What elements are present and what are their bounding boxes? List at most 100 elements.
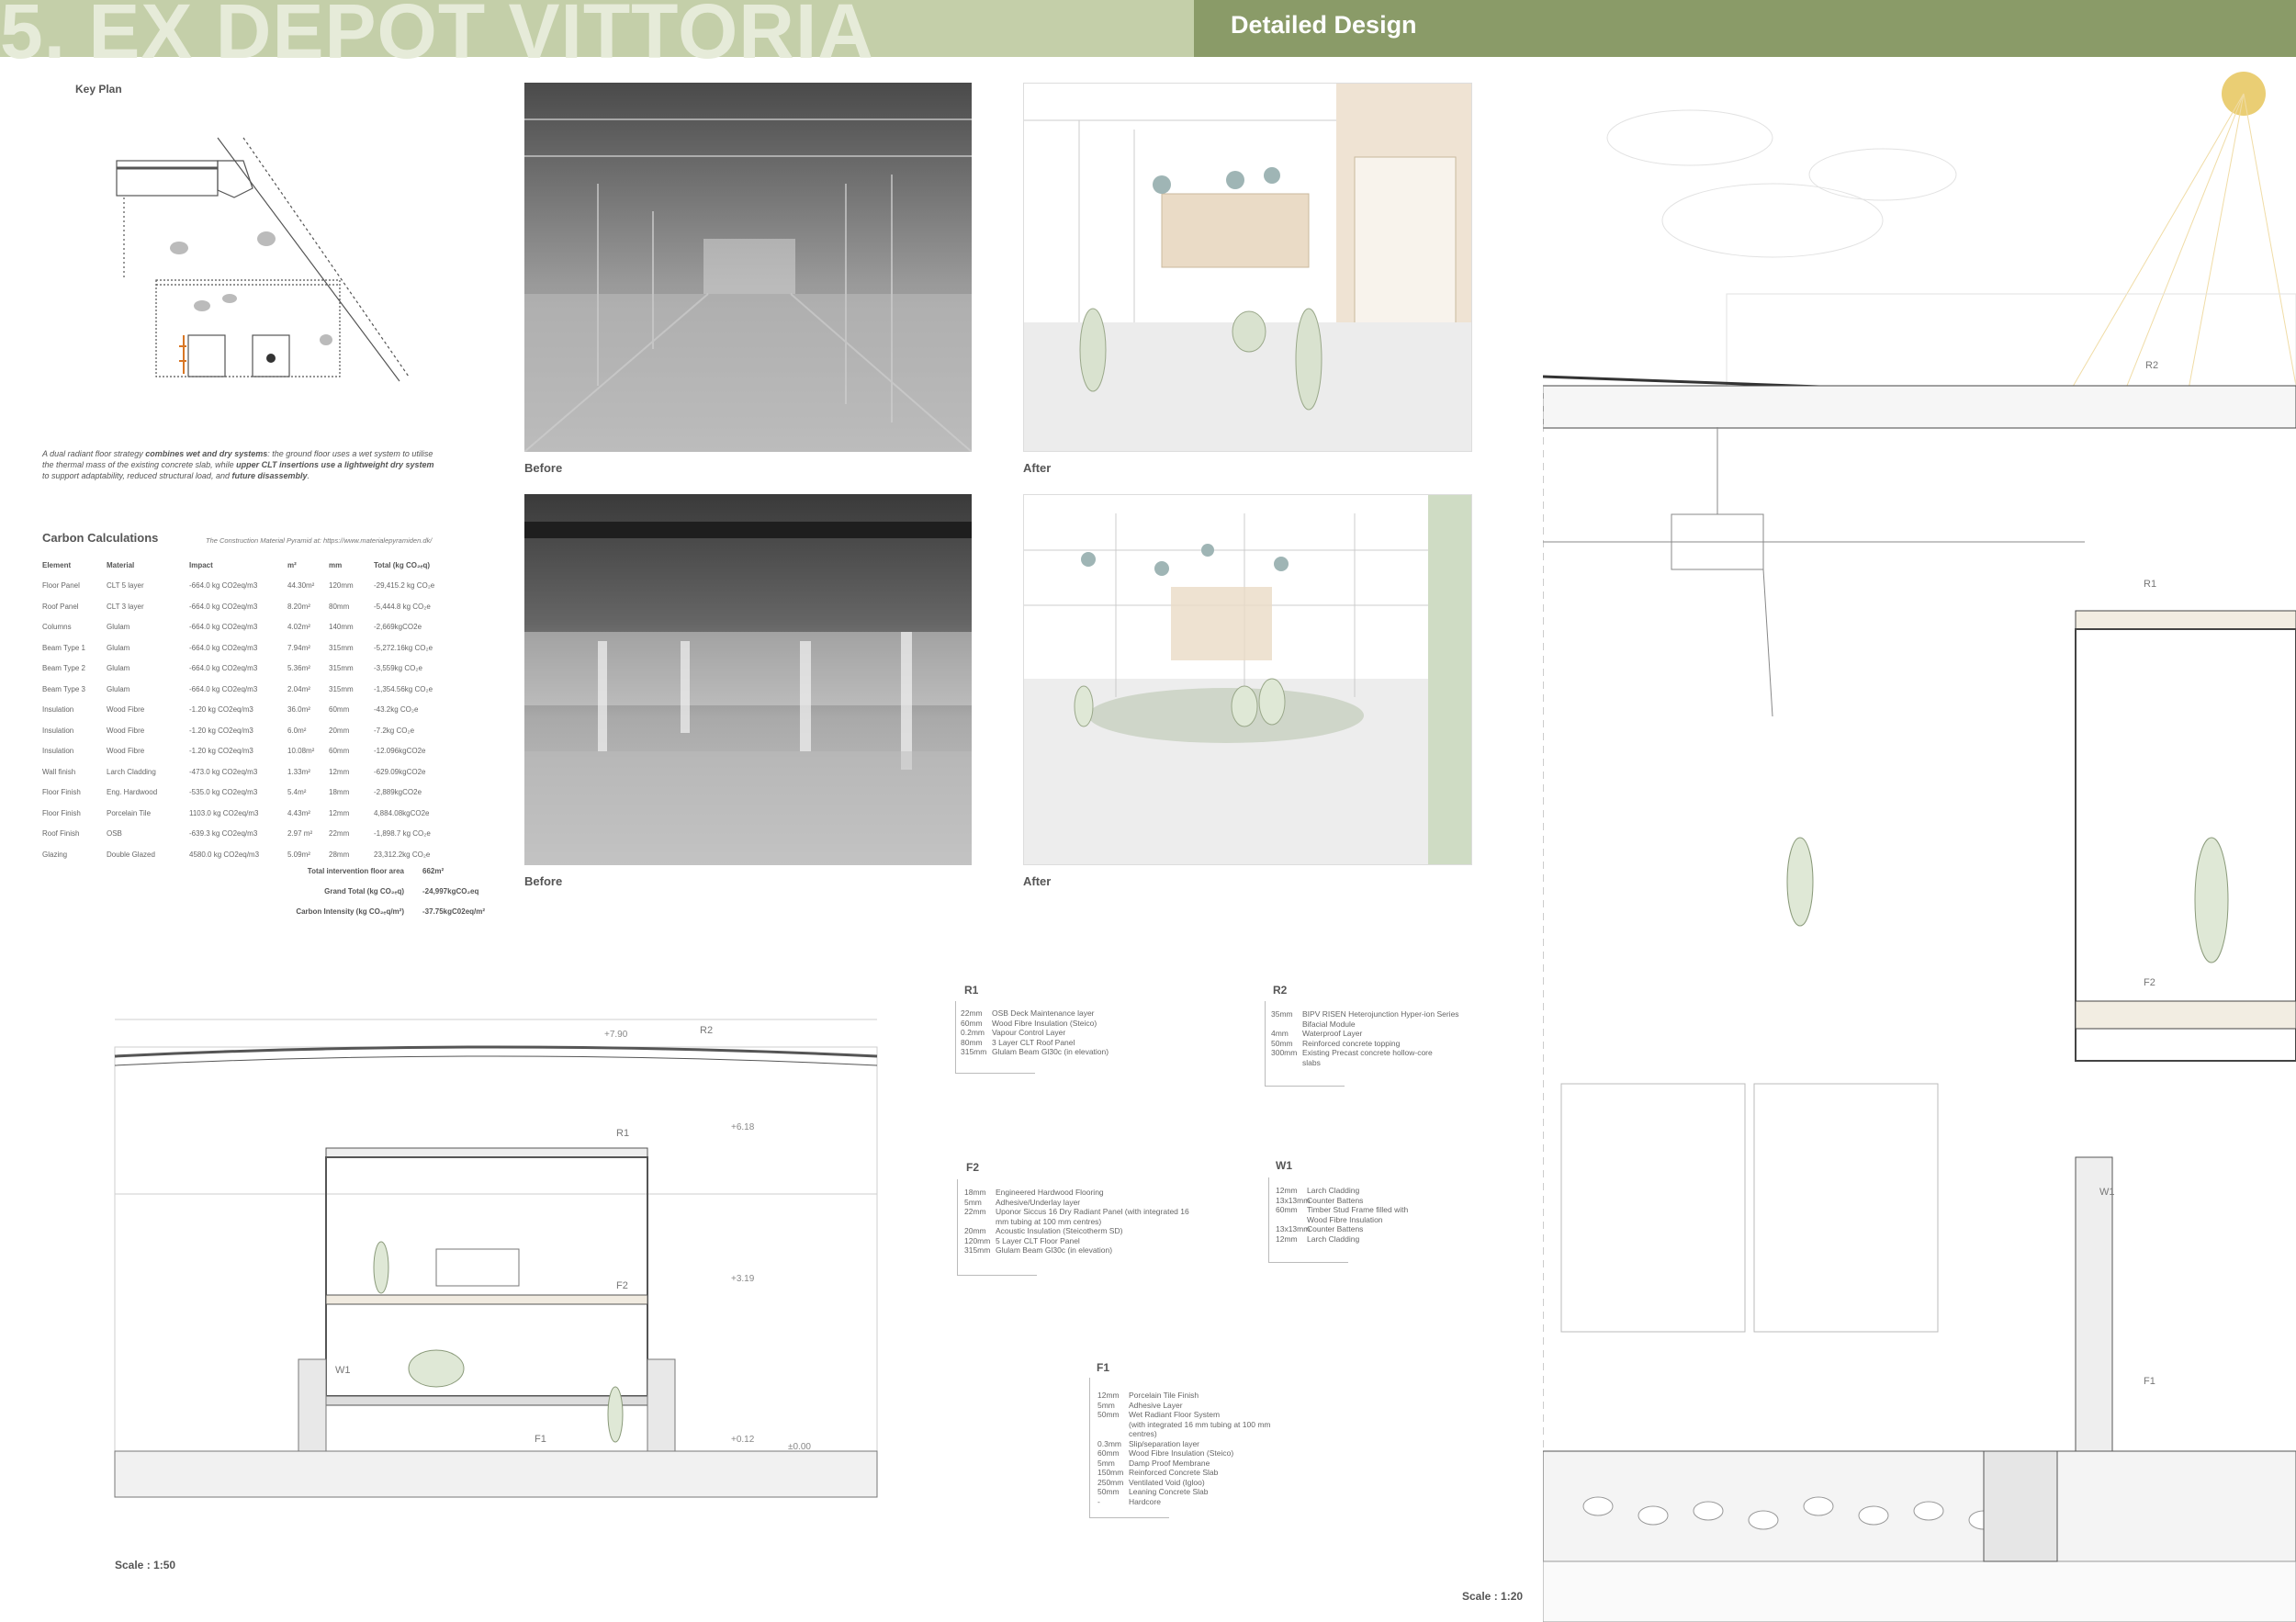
cell-area: 5.09m² [287,850,310,859]
spec-row: 12mm Larch Cladding [1276,1186,1408,1196]
cell-impact: -1.20 kg CO2eq/m3 [189,747,253,756]
spec-description: Timber Stud Frame filled with [1307,1205,1409,1214]
spec-thickness: 50mm [1097,1410,1120,1419]
carbon-row: Beam Type 1 Glulam -664.0 kg CO2eq/m3 7.94m… [42,637,465,659]
cell-area: 10.08m² [287,747,315,756]
small-tag-f2: F2 [616,1280,628,1291]
spec-thickness: 20mm [964,1226,986,1235]
spec-thickness: 50mm [1097,1487,1120,1496]
spec-description: Bifacial Module [1302,1019,1356,1029]
spec-description: Leaning Concrete Slab [1129,1487,1209,1496]
cell-element: Floor Finish [42,788,81,797]
spec-description: (with integrated 16 mm tubing at 100 mm [1129,1419,1271,1429]
carbon-row: Floor Finish Porcelain Tile 1103.0 kg CO2e… [42,803,465,824]
section-level-4: +0.12 [731,1435,755,1445]
cell-material: Wood Fibre [107,747,145,756]
spec-row: 12mm Larch Cladding [1276,1234,1408,1245]
carbon-row: Insulation Wood Fibre -1.20 kg CO2eq/m3 36.… [42,700,465,721]
spec-w1-title: W1 [1276,1159,1292,1172]
spec-f2-list: 18mm Engineered Hardwood Flooring 5mm Adhes… [964,1188,1189,1256]
spec-row: 300mm Existing Precast concrete hollow-co… [1271,1048,1459,1058]
spec-row: Bifacial Module [1271,1019,1459,1030]
carbon-body: Floor Panel CLT 5 layer -664.0 kg CO2eq/m3… [42,576,465,865]
spec-description: Wood Fibre Insulation [1307,1214,1383,1224]
cell-total: -629.09kgCO2e [374,767,426,776]
spec-row: 120mm 5 Layer CLT Floor Panel [964,1236,1189,1246]
spec-row: 22mm OSB Deck Maintenance layer [961,1008,1109,1019]
spec-thickness: 0.2mm [961,1028,985,1037]
spec-description: Glulam Beam Gl30c (in elevation) [992,1047,1109,1056]
cell-thickness: 12mm [329,767,350,776]
spec-description: Wood Fibre Insulation (Steico) [992,1018,1097,1028]
spec-thickness: 60mm [1276,1205,1298,1214]
cell-total: -2,669kgCO2e [374,623,422,632]
summary-intensity-value: -37.75kgC02eq/m² [422,907,486,916]
cell-element: Beam Type 1 [42,643,85,652]
cell-area: 5.36m² [287,664,310,673]
description-text: A dual radiant floor strategy [42,449,146,458]
cell-area: 36.0m² [287,705,310,715]
spec-thickness: - [1097,1496,1100,1506]
large-tag-r2: R2 [2145,360,2159,371]
cell-material: Glulam [107,643,130,652]
large-tag-r1: R1 [2144,579,2157,590]
cell-impact: -639.3 kg CO2eq/m3 [189,829,258,839]
cell-material: Glulam [107,664,130,673]
cell-thickness: 22mm [329,829,350,839]
spec-description: Counter Battens [1307,1224,1364,1233]
cell-total: -2,889kgCO2e [374,788,422,797]
spec-thickness: 60mm [1097,1448,1120,1458]
spec-thickness: 80mm [961,1037,983,1047]
spec-description: Larch Cladding [1307,1233,1360,1244]
section-level-5: ±0.00 [788,1442,811,1452]
spec-thickness: 12mm [1276,1233,1298,1244]
spec-row: (with integrated 16 mm tubing at 100 mm [1097,1420,1271,1430]
cell-material: Glulam [107,623,130,632]
spec-row: 5mm Adhesive/Underlay layer [964,1198,1189,1208]
spec-thickness: 5mm [1097,1400,1115,1410]
spec-row: 35mm BIPV RISEN Heterojunction Hyper-ion … [1271,1009,1459,1019]
cell-impact: -664.0 kg CO2eq/m3 [189,581,258,591]
small-tag-w1: W1 [335,1365,351,1376]
spec-thickness: 300mm [1271,1048,1298,1057]
cell-thickness: 315mm [329,684,354,693]
spec-thickness: 12mm [1097,1391,1120,1400]
spec-row: 20mm Acoustic Insulation (Steicotherm SD) [964,1226,1189,1236]
spec-f2-title: F2 [966,1161,980,1174]
spec-description: Acoustic Insulation (Steicotherm SD) [996,1226,1123,1235]
spec-thickness: 13x13mm [1276,1224,1311,1233]
cell-impact: 1103.0 kg CO2eq/m3 [189,808,259,817]
cell-thickness: 18mm [329,788,350,797]
after-render-1 [1023,83,1472,452]
section-level-2: +6.18 [731,1122,755,1132]
cell-material: Wood Fibre [107,705,145,715]
key-plan-title: Key Plan [75,83,122,96]
spec-r1-title: R1 [964,984,979,997]
cell-area: 8.20m² [287,602,310,611]
spec-row: 60mm Wood Fibre Insulation (Steico) [961,1019,1109,1029]
spec-description: Damp Proof Membrane [1129,1458,1210,1468]
spec-row: 60mm Wood Fibre Insulation (Steico) [1097,1448,1271,1459]
spec-description: BIPV RISEN Heterojunction Hyper-ion Seri… [1302,1009,1459,1019]
spec-description: Slip/separation layer [1129,1438,1200,1448]
section-level-3: +3.19 [731,1274,755,1284]
small-tag-r1: R1 [616,1128,630,1139]
carbon-row: Wall finish Larch Cladding -473.0 kg CO2eq… [42,761,465,783]
spec-row: 4mm Waterproof Layer [1271,1029,1459,1039]
spec-row: 18mm Engineered Hardwood Flooring [964,1188,1189,1198]
cell-impact: -664.0 kg CO2eq/m3 [189,664,258,673]
summary-floor-area-label: Total intervention floor area [307,867,404,875]
before-photo-2 [524,494,972,865]
carbon-title: Carbon Calculations [42,531,159,545]
cell-element: Beam Type 3 [42,684,85,693]
project-title: 5. EX DEPOT VITTORIA [0,0,874,74]
spec-row: 0.3mm Slip/separation layer [1097,1439,1271,1449]
cell-thickness: 60mm [329,747,350,756]
cell-material: Eng. Hardwood [107,788,158,797]
col-total: Total (kg CO₂ₑq) [374,560,431,569]
before-caption-1: Before [524,461,563,475]
section-1-50-drawing [114,1019,878,1498]
after-caption-1: After [1023,461,1052,475]
spec-thickness: 0.3mm [1097,1438,1121,1448]
cell-material: Porcelain Tile [107,808,152,817]
